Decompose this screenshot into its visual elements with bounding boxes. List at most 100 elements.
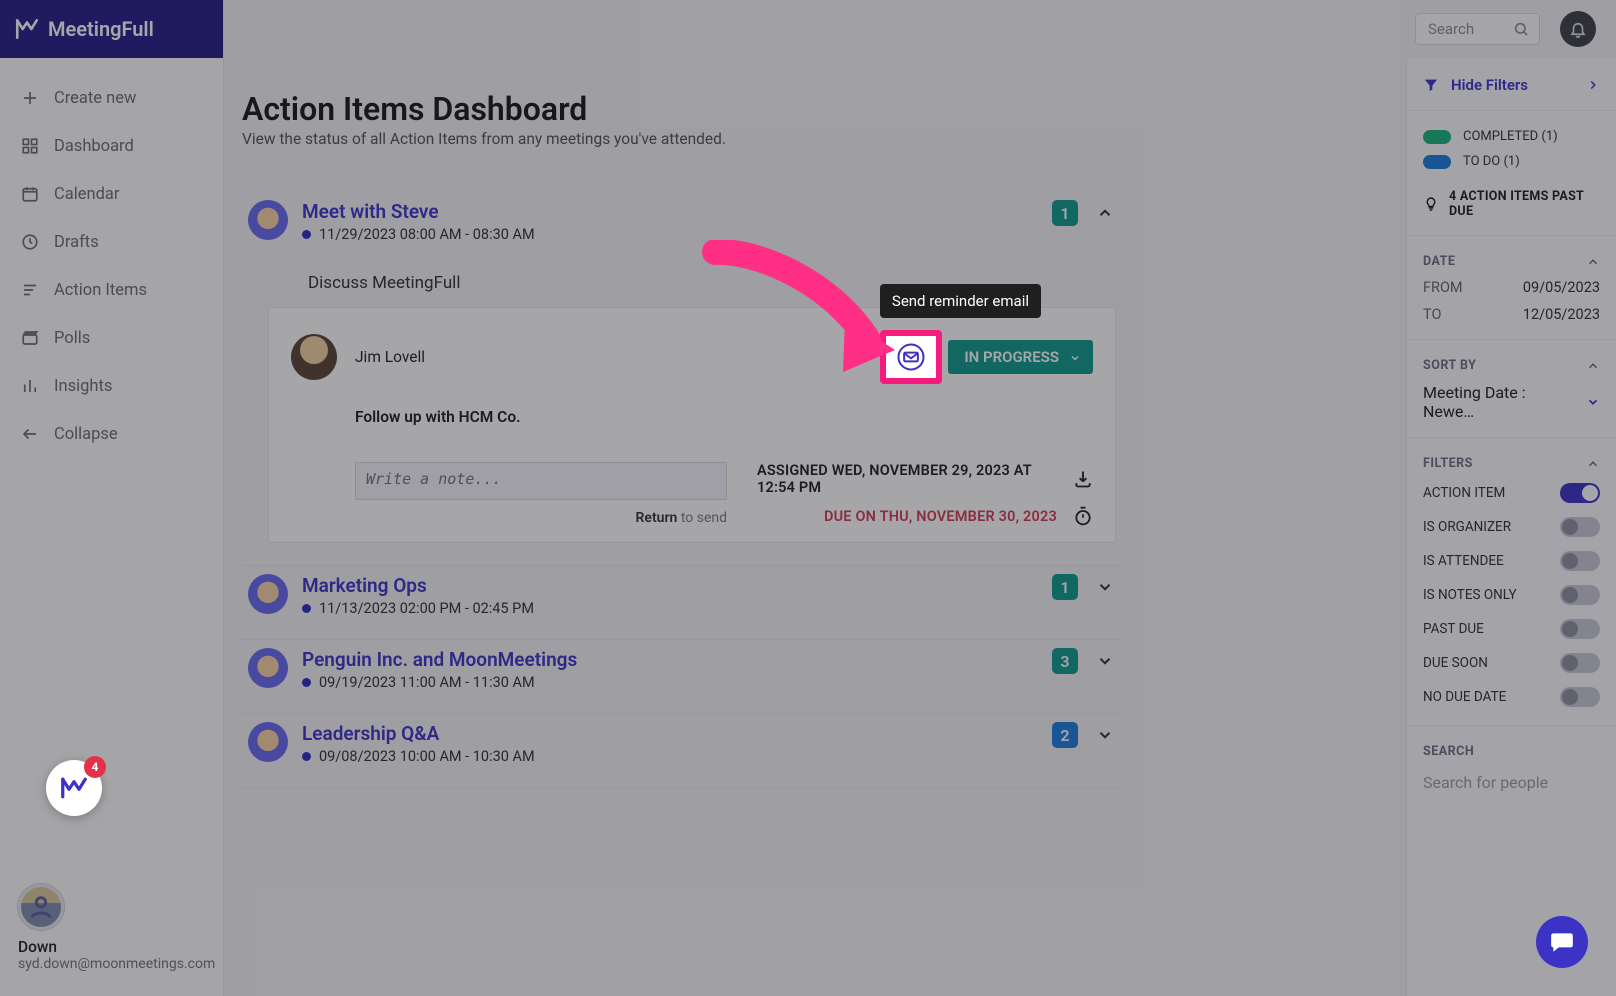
filter-toggle-due-soon[interactable]: DUE SOON — [1423, 651, 1600, 675]
toggle-switch[interactable] — [1560, 687, 1600, 707]
meeting-title-link[interactable]: Meet with Steve — [302, 200, 1038, 223]
toggle-switch[interactable] — [1560, 585, 1600, 605]
people-search-input[interactable]: Search for people — [1423, 769, 1600, 792]
toggle-switch[interactable] — [1560, 551, 1600, 571]
action-items-count-badge: 1 — [1052, 574, 1078, 600]
nav-label: Collapse — [54, 425, 118, 444]
top-header: Search — [224, 0, 1616, 58]
meeting-card: Meet with Steve 11/29/2023 08:00 AM - 08… — [242, 192, 1122, 566]
download-icon[interactable] — [1073, 469, 1093, 489]
meeting-title-link[interactable]: Marketing Ops — [302, 574, 1038, 597]
filter-toggle-no-due-date[interactable]: NO DUE DATE — [1423, 685, 1600, 709]
filter-toggle-is-notes-only[interactable]: IS NOTES ONLY — [1423, 583, 1600, 607]
user-email: syd.down@moonmeetings.com — [18, 956, 205, 972]
status-dot-icon — [302, 230, 311, 239]
status-dropdown[interactable]: IN PROGRESS — [948, 340, 1093, 374]
help-launcher-button[interactable]: 4 — [46, 760, 102, 816]
filter-icon — [1423, 77, 1439, 93]
page-subtitle: View the status of all Action Items from… — [242, 130, 1402, 148]
note-hint: Return to send — [355, 510, 727, 526]
action-item-card: Jim Lovell Send reminder email — [268, 307, 1116, 543]
chevron-up-icon — [1586, 359, 1600, 373]
nav-label: Insights — [54, 377, 112, 396]
date-to-row[interactable]: TO12/05/2023 — [1423, 306, 1600, 323]
filter-toggle-is-organizer[interactable]: IS ORGANIZER — [1423, 515, 1600, 539]
sort-section-header[interactable]: SORT BY — [1423, 358, 1600, 373]
collapse-toggle[interactable] — [1094, 202, 1116, 224]
status-label: IN PROGRESS — [964, 348, 1059, 366]
sidebar-item-insights[interactable]: Insights — [10, 364, 213, 408]
sidebar: MeetingFull Create new Dashboard Calenda… — [0, 0, 224, 996]
nav-label: Create new — [54, 89, 136, 108]
chat-bubble-icon — [1549, 929, 1575, 955]
past-due-summary: 4 ACTION ITEMS PAST DUE — [1423, 189, 1600, 219]
search-icon — [1513, 21, 1529, 37]
nav-label: Polls — [54, 329, 90, 348]
user-avatar[interactable] — [18, 884, 64, 930]
filter-toggle-is-attendee[interactable]: IS ATTENDEE — [1423, 549, 1600, 573]
chevron-down-icon — [1586, 395, 1600, 409]
chat-launcher-button[interactable] — [1536, 916, 1588, 968]
action-items-count-badge: 3 — [1052, 648, 1078, 674]
meeting-title-link[interactable]: Leadership Q&A — [302, 722, 1038, 745]
filter-toggle-action-item[interactable]: ACTION ITEM — [1423, 481, 1600, 505]
sidebar-item-create-new[interactable]: Create new — [10, 76, 213, 120]
arrow-left-icon — [20, 424, 40, 444]
sidebar-item-dashboard[interactable]: Dashboard — [10, 124, 213, 168]
sidebar-item-drafts[interactable]: Drafts — [10, 220, 213, 264]
note-input[interactable] — [355, 462, 727, 500]
filters-section-header[interactable]: FILTERS — [1423, 456, 1600, 471]
expand-toggle[interactable] — [1094, 576, 1116, 598]
bell-icon — [1569, 20, 1587, 38]
sidebar-item-polls[interactable]: Polls — [10, 316, 213, 360]
sidebar-item-action-items[interactable]: Action Items — [10, 268, 213, 312]
meeting-title-link[interactable]: Penguin Inc. and MoonMeetings — [302, 648, 1038, 671]
expand-toggle[interactable] — [1094, 650, 1116, 672]
global-search[interactable]: Search — [1415, 13, 1540, 45]
clapboard-icon — [20, 328, 40, 348]
sidebar-item-calendar[interactable]: Calendar — [10, 172, 213, 216]
toggle-switch[interactable] — [1560, 619, 1600, 639]
calendar-icon — [20, 184, 40, 204]
plus-icon — [20, 88, 40, 108]
meeting-avatar — [248, 200, 288, 240]
filters-panel: Hide Filters COMPLETED (1) TO DO (1) 4 A… — [1406, 58, 1616, 996]
notifications-button[interactable] — [1560, 11, 1596, 47]
nav-label: Drafts — [54, 233, 99, 252]
toggle-switch[interactable] — [1560, 517, 1600, 537]
chevron-down-icon — [1096, 652, 1114, 670]
grid-icon — [20, 136, 40, 156]
legend-swatch-icon — [1423, 155, 1451, 169]
expand-toggle[interactable] — [1094, 724, 1116, 746]
hide-filters-label: Hide Filters — [1451, 76, 1528, 94]
chevron-right-icon — [1586, 78, 1600, 92]
chevron-up-icon — [1096, 204, 1114, 222]
sort-dropdown[interactable]: Meeting Date : Newe… — [1423, 383, 1600, 421]
status-dot-icon — [302, 604, 311, 613]
search-placeholder: Search — [1428, 20, 1474, 38]
date-section-header[interactable]: DATE — [1423, 254, 1600, 269]
hide-filters-button[interactable]: Hide Filters — [1423, 76, 1600, 94]
action-items-count-badge: 2 — [1052, 722, 1078, 748]
toggle-switch[interactable] — [1560, 483, 1600, 503]
envelope-icon — [896, 342, 926, 372]
meeting-time: 09/19/2023 11:00 AM - 11:30 AM — [319, 674, 535, 691]
stopwatch-icon[interactable] — [1073, 506, 1093, 526]
brand-logo[interactable]: MeetingFull — [0, 0, 223, 58]
filter-toggle-past-due[interactable]: PAST DUE — [1423, 617, 1600, 641]
list-icon — [20, 280, 40, 300]
legend-completed[interactable]: COMPLETED (1) — [1423, 129, 1600, 144]
meeting-avatar — [248, 648, 288, 688]
chevron-down-icon — [1069, 352, 1079, 362]
chevron-up-icon — [1586, 255, 1600, 269]
clock-icon — [20, 232, 40, 252]
meeting-time: 11/13/2023 02:00 PM - 02:45 PM — [319, 600, 534, 617]
sidebar-item-collapse[interactable]: Collapse — [10, 412, 213, 456]
nav-label: Calendar — [54, 185, 119, 204]
meeting-time: 09/08/2023 10:00 AM - 10:30 AM — [319, 748, 535, 765]
toggle-switch[interactable] — [1560, 653, 1600, 673]
legend-todo[interactable]: TO DO (1) — [1423, 154, 1600, 169]
send-reminder-email-button[interactable] — [880, 330, 942, 384]
date-from-row[interactable]: FROM09/05/2023 — [1423, 279, 1600, 296]
brand-name: MeetingFull — [48, 17, 154, 41]
